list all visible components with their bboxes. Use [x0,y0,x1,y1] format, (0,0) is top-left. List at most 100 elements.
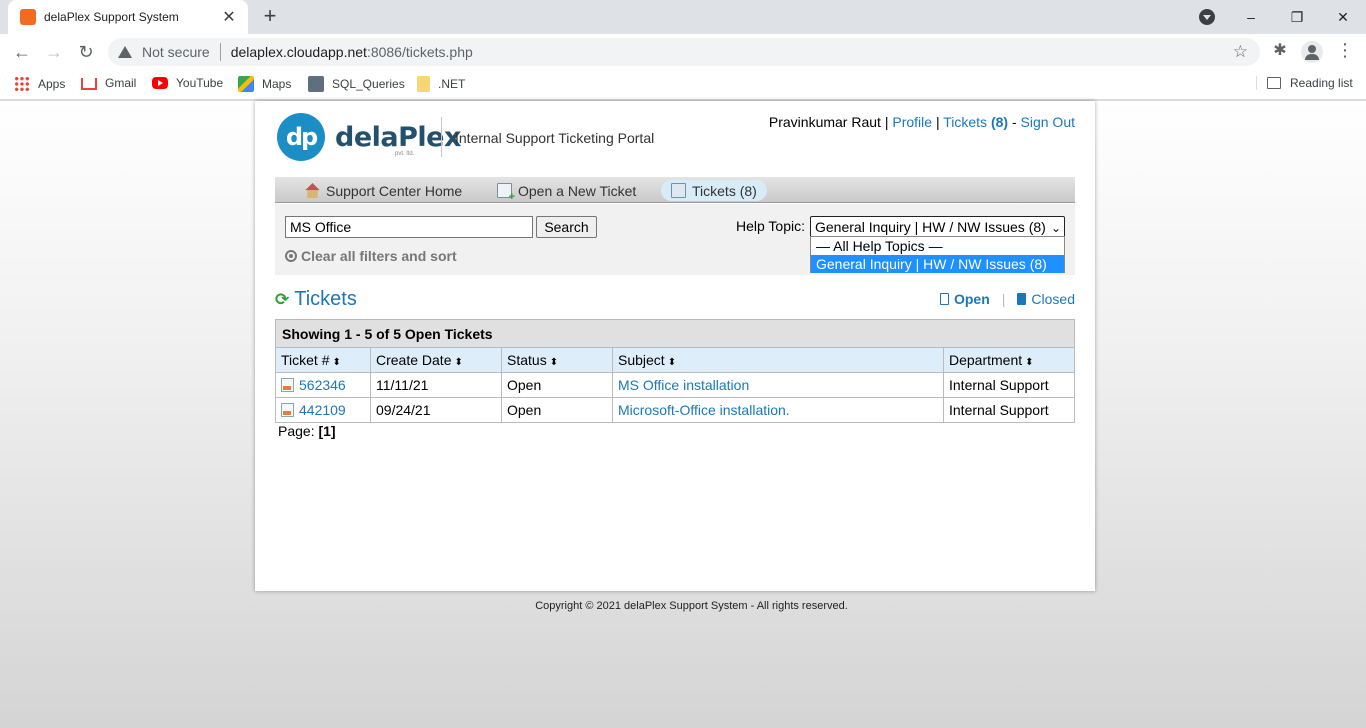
ticket-number-link[interactable]: 562346 [299,377,346,393]
maps-icon [238,76,254,92]
chevron-down-icon: ⌄ [1050,221,1061,235]
bookmark-sql-queries[interactable]: SQL_Queries [308,76,405,92]
current-page[interactable]: [1] [318,423,335,439]
help-topic-value: General Inquiry | HW / NW Issues (8) [815,219,1046,235]
warning-icon[interactable] [118,46,132,58]
bookmark-youtube[interactable]: YouTube [152,76,223,90]
bookmark-maps[interactable]: Maps [238,76,291,92]
help-topic-label: Help Topic: [736,218,806,234]
page-label: Page: [278,423,315,439]
apps-grid-icon [14,76,30,92]
option-all-help-topics[interactable]: — All Help Topics — [811,237,1064,255]
column-label: Subject [618,352,665,368]
bookmark-dotnet[interactable]: .NET [417,76,465,92]
table-header-row: Ticket # ⬍ Create Date ⬍ Status ⬍ Subject ⬍ … [275,347,1075,373]
separator: | [884,114,889,130]
reading-list-button[interactable]: Reading list [1256,76,1353,90]
separator: | [935,114,940,130]
column-ticket-number[interactable]: Ticket # ⬍ [275,347,371,373]
bookmark-label: Gmail [105,76,137,90]
tab-close-icon[interactable]: ✕ [220,7,238,27]
open-link-label: Open [953,291,990,307]
clear-filters-link[interactable]: Clear all filters and sort [285,248,457,264]
tickets-heading-label: Tickets [294,288,357,310]
bookmark-apps[interactable]: Apps [14,76,65,92]
tickets-link[interactable]: Tickets (8) [943,114,1008,130]
tickets-link-label: Tickets [943,114,988,130]
ticket-subject-link[interactable]: MS Office installation [618,377,749,393]
column-subject[interactable]: Subject ⬍ [612,347,944,373]
kebab-menu-icon[interactable]: ⋮ [1336,40,1354,61]
open-tickets-link[interactable]: Open [939,291,990,307]
folder-icon [417,76,430,92]
main-nav: Support Center Home Open a New Ticket Ti… [275,177,1075,203]
browser-tab[interactable]: delaPlex Support System ✕ [8,0,248,34]
tab-title: delaPlex Support System [44,10,179,24]
bookmarks-bar: Apps Gmail YouTube Maps SQL_Queries .NET… [0,70,1366,100]
option-general-inquiry[interactable]: General Inquiry | HW / NW Issues (8) [811,255,1064,273]
ticket-icon [281,403,294,417]
nav-label: Support Center Home [326,182,463,199]
link-separator: | [1001,291,1006,307]
status-cell: Open [501,397,613,423]
window-controls: – ❐ ✕ [1228,0,1366,34]
department-cell: Internal Support [943,397,1075,423]
address-bar[interactable]: Not secure delaplex.cloudapp.net:8086/ti… [108,38,1260,66]
bookmark-label: SQL_Queries [332,77,405,91]
nav-label: Tickets (8) [692,182,757,199]
nav-tickets[interactable]: Tickets (8) [661,180,767,201]
search-button[interactable]: Search [536,216,597,238]
sign-out-link[interactable]: Sign Out [1021,114,1075,130]
restore-icon[interactable]: ❐ [1274,9,1320,26]
account-icon[interactable] [1301,41,1323,63]
browser-tab-strip: delaPlex Support System ✕ + – ❐ ✕ [0,0,1366,34]
close-window-icon[interactable]: ✕ [1320,9,1366,26]
tickets-heading[interactable]: ⟳ Tickets [275,288,357,311]
nav-support-center-home[interactable]: Support Center Home [295,180,472,201]
back-icon[interactable]: ← [10,40,34,64]
column-status[interactable]: Status ⬍ [501,347,613,373]
subject-cell: MS Office installation [612,372,944,398]
column-label: Status [507,352,547,368]
tab-search-icon[interactable] [1199,9,1215,25]
delaplex-logo[interactable]: dp delaPlex pvt. ltd. [277,113,461,161]
page-footer: Copyright © 2021 delaPlex Support System… [535,600,848,612]
ticket-number-link[interactable]: 442109 [299,402,346,418]
reload-icon[interactable]: ↻ [74,40,98,64]
closed-tickets-link[interactable]: Closed [1017,291,1075,307]
sort-icon: ⬍ [549,357,559,368]
subject-cell: Microsoft-Office installation. [612,397,944,423]
refresh-icon[interactable]: ⟳ [275,290,289,310]
gmail-icon [81,78,97,90]
ticket-number-cell: 562346 [275,372,371,398]
ticket-subject-link[interactable]: Microsoft-Office installation. [618,402,790,418]
bookmark-gmail[interactable]: Gmail [81,76,136,90]
forward-icon[interactable]: → [42,40,66,64]
url-host[interactable]: delaplex.cloudapp.net [231,44,367,60]
minimize-icon[interactable]: – [1228,9,1274,25]
closed-link-label: Closed [1031,291,1075,307]
sql-icon [308,76,324,92]
bookmark-star-icon[interactable]: ☆ [1233,42,1248,62]
user-name: Pravinkumar Raut [768,114,881,130]
profile-link[interactable]: Profile [892,114,932,130]
search-input[interactable]: MS Office [285,216,533,238]
column-label: Department [949,352,1023,368]
column-create-date[interactable]: Create Date ⬍ [370,347,502,373]
reading-list-icon [1267,77,1281,89]
logo-wordmark: delaPlex [335,121,461,153]
header-divider [441,117,442,157]
help-topic-select[interactable]: General Inquiry | HW / NW Issues (8) ⌄ [810,216,1065,238]
url-path[interactable]: :8086/tickets.php [367,44,473,60]
extensions-icon[interactable]: ✱ [1270,40,1290,60]
sort-icon: ⬍ [667,357,677,368]
create-date-cell: 11/11/21 [370,372,502,398]
home-icon [305,183,320,198]
nav-open-new-ticket[interactable]: Open a New Ticket [487,180,646,203]
new-tab-icon[interactable]: + [258,4,282,28]
not-secure-label[interactable]: Not secure [142,44,210,60]
column-department[interactable]: Department ⬍ [943,347,1075,373]
ticket-number-cell: 442109 [275,397,371,423]
closed-document-icon [1017,293,1027,305]
table-caption: Showing 1 - 5 of 5 Open Tickets [275,319,1075,348]
